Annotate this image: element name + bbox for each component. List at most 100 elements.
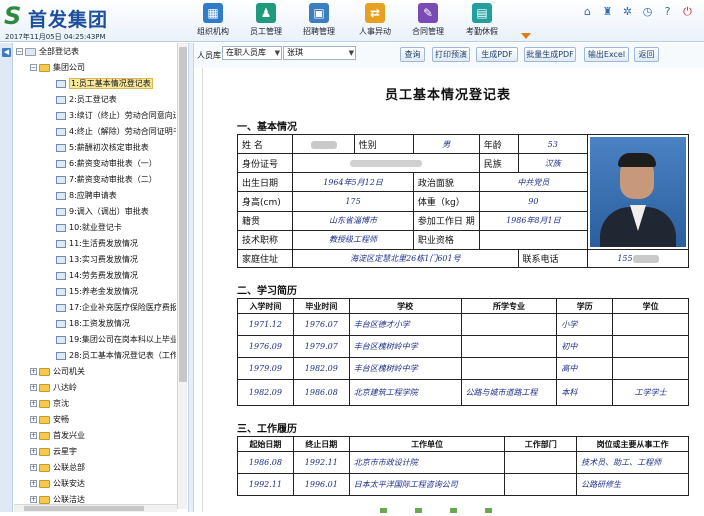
scroll-thumb[interactable] [24, 506, 144, 511]
library-select[interactable]: 在职人员库 ▼ [222, 46, 282, 60]
expand-icon[interactable]: + [30, 416, 37, 423]
form-icon [56, 111, 66, 120]
tree-item[interactable]: 8:应聘申请表 [56, 189, 117, 202]
nav-attendance[interactable]: ▤ 考勤休假 [455, 3, 509, 39]
nav-staff[interactable]: ♟ 员工管理 [239, 3, 293, 39]
tree-item[interactable]: 28:员工基本情况登记表（工作 [56, 349, 176, 362]
tree-group[interactable]: − 集团公司 [30, 61, 85, 74]
shirt-icon[interactable]: ♜ [601, 5, 614, 18]
tree-folder[interactable]: + 云星宇 [30, 445, 77, 458]
more-dropdown-icon[interactable] [521, 33, 531, 39]
tree-item[interactable]: 9:调入（调出）审批表 [56, 205, 149, 218]
tree-item[interactable]: 15:养老金发放情况 [56, 285, 138, 298]
status-dot [485, 508, 492, 513]
tree-item[interactable]: 2:员工登记表 [56, 93, 117, 106]
tree-root[interactable]: − 全部登记表 [16, 45, 79, 58]
tree-item[interactable]: 4:终止（解除）劳动合同证明书 [56, 125, 176, 138]
tree-item[interactable]: 14:劳务费发放情况 [56, 269, 138, 282]
header-tools: ⌂ ♜ ✲ ◷? ⏻ [574, 5, 694, 19]
nav-org[interactable]: ▦ 组织机构 [186, 3, 240, 39]
tree-item[interactable]: 5:薪酬初次核定审批表 [56, 141, 149, 154]
form-icon [56, 143, 66, 152]
form-icon [56, 351, 66, 360]
nav-contract[interactable]: ✎ 合同管理 [401, 3, 455, 39]
logo: S 首发集团 [4, 3, 120, 31]
label-name: 姓 名 [236, 133, 294, 155]
study-cell [612, 313, 689, 336]
staff-icon: ♟ [256, 3, 276, 23]
person-select[interactable]: 张琪 ▼ [283, 46, 356, 60]
expand-icon[interactable]: + [30, 368, 37, 375]
study-cell: 1976.07 [292, 313, 350, 336]
nav-recruit[interactable]: ▣ 招聘管理 [292, 3, 346, 39]
tree-folder[interactable]: + 京沈 [30, 397, 69, 410]
value-height: 175 [292, 191, 414, 212]
collapse-arrow-icon[interactable]: ◀ [2, 48, 11, 57]
tree-folder[interactable]: + 安畅 [30, 413, 69, 426]
form-page: 员工基本情况登记表 一、基本情况 姓 名 性别 男 年龄 53 身份证号 民族 … [202, 68, 692, 512]
form-icon [56, 159, 66, 168]
study-cell: 小学 [556, 313, 614, 336]
collapse-bar[interactable]: ◀ [0, 43, 13, 512]
form-icon [56, 255, 66, 264]
study-header: 学历 [556, 298, 614, 314]
tree-item[interactable]: 10:就业登记卡 [56, 221, 122, 234]
generate-pdf-button[interactable]: 生成PDF [476, 47, 518, 62]
form-icon [56, 79, 66, 88]
study-cell: 1971.12 [237, 313, 294, 336]
attendance-icon: ▤ [472, 3, 492, 23]
tree-item[interactable]: 6:薪资变动审批表（一） [56, 157, 157, 170]
batch-pdf-button[interactable]: 批量生成PDF [524, 47, 576, 62]
gear-icon[interactable]: ✲ [621, 5, 634, 18]
home-icon[interactable]: ⌂ [581, 5, 594, 18]
tree-item[interactable]: 7:薪资变动审批表（二） [56, 173, 157, 186]
expand-icon[interactable]: + [30, 496, 37, 503]
label-age: 年龄 [478, 133, 519, 155]
tree-folder[interactable]: + 公联安达 [30, 477, 85, 490]
nav-transfer[interactable]: ⇄ 人事异动 [348, 3, 402, 39]
folder-icon [39, 447, 50, 456]
work-cell: 北京市市政设计院 [348, 451, 506, 474]
expand-icon[interactable]: + [30, 480, 37, 487]
nav-staff-label: 员工管理 [250, 27, 282, 36]
power-icon[interactable]: ⏻ [681, 5, 694, 18]
expand-icon[interactable]: + [30, 432, 37, 439]
study-cell [460, 335, 558, 358]
tree-item[interactable]: 3:续订（终止）劳动合同意向送 [56, 109, 176, 122]
expand-icon[interactable]: + [30, 400, 37, 407]
tree-item[interactable]: 17:企业补充医疗保险医疗费报 [56, 301, 176, 314]
tree-folder[interactable]: + 公司机关 [30, 365, 85, 378]
expand-icon[interactable]: + [30, 464, 37, 471]
section-study: 二、学习简历 [237, 286, 297, 297]
expand-icon[interactable]: + [30, 384, 37, 391]
value-origin: 山东省淄博市 [292, 210, 414, 231]
query-button[interactable]: 查询 [400, 47, 425, 62]
tree-folder[interactable]: + 八达岭 [30, 381, 77, 394]
tree-item[interactable]: 11:生活费发放情况 [56, 237, 138, 250]
tree-folder[interactable]: + 首发兴业 [30, 429, 85, 442]
form-icon [56, 271, 66, 280]
print-preview-button[interactable]: 打印预演 [432, 47, 470, 62]
tree-item-selected[interactable]: 1:员工基本情况登记表 [56, 77, 153, 90]
scroll-thumb[interactable] [179, 47, 187, 382]
export-excel-button[interactable]: 输出Excel [584, 47, 629, 62]
tree-item[interactable]: 19:集团公司在岗本科以上毕业 [56, 333, 176, 346]
tree-item[interactable]: 18:工资发放情况 [56, 317, 130, 330]
help-icon[interactable]: ? [661, 5, 674, 18]
status-dot [450, 508, 457, 513]
collapse-icon[interactable]: − [16, 48, 23, 55]
form-icon [56, 207, 66, 216]
tree-hscrollbar[interactable] [14, 504, 177, 512]
expand-icon[interactable]: + [30, 448, 37, 455]
nav-attendance-label: 考勤休假 [466, 27, 498, 36]
label-address: 家庭住址 [236, 249, 294, 268]
collapse-icon[interactable]: − [30, 64, 37, 71]
back-button[interactable]: 返回 [634, 47, 659, 62]
tree-item[interactable]: 13:实习费发放情况 [56, 253, 138, 266]
tree-folder[interactable]: + 公联总部 [30, 461, 85, 474]
section-work: 三、工作履历 [237, 424, 297, 435]
form-tree: − 全部登记表 − 集团公司 1:员工基本情况登记表 2:员工登记表 3:续订（终止… [14, 43, 176, 509]
study-header: 学位 [612, 298, 689, 314]
tree-vscrollbar[interactable] [177, 43, 187, 509]
clock-icon[interactable]: ◷ [641, 5, 654, 18]
